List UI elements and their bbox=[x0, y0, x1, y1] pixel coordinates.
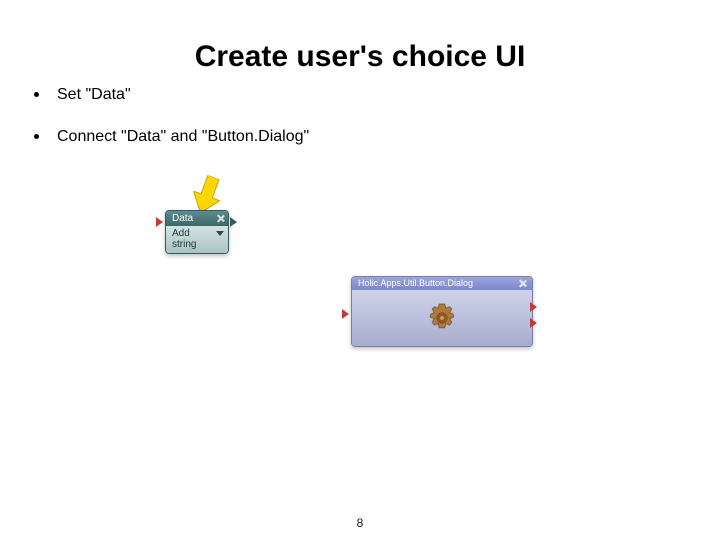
node-diagram: Data Add string Holic.Apps.Util.Button.D… bbox=[155, 190, 575, 410]
bullet-list: Set "Data" Connect "Data" and "Button.Di… bbox=[34, 86, 686, 170]
data-node-titlebar: Data bbox=[166, 211, 228, 226]
port-out-icon[interactable] bbox=[530, 318, 537, 328]
page-number: 8 bbox=[0, 516, 720, 530]
dialog-node-body bbox=[352, 290, 532, 346]
close-icon[interactable] bbox=[519, 280, 526, 287]
page-title: Create user's choice UI bbox=[0, 40, 720, 74]
port-in-icon[interactable] bbox=[342, 309, 349, 319]
port-out-icon[interactable] bbox=[530, 302, 537, 312]
dialog-node-title: Holic.Apps.Util.Button.Dialog bbox=[358, 278, 473, 288]
bullet-text: Connect "Data" and "Button.Dialog" bbox=[57, 128, 309, 146]
list-item: Connect "Data" and "Button.Dialog" bbox=[34, 128, 686, 146]
bullet-icon bbox=[34, 92, 39, 97]
button-dialog-node[interactable]: Holic.Apps.Util.Button.Dialog bbox=[351, 276, 533, 347]
data-add-label[interactable]: Add bbox=[172, 228, 190, 239]
dialog-node-titlebar: Holic.Apps.Util.Button.Dialog bbox=[352, 277, 532, 290]
data-node[interactable]: Data Add string bbox=[165, 210, 229, 254]
data-node-body: Add string bbox=[166, 226, 228, 253]
close-icon[interactable] bbox=[217, 215, 224, 222]
list-item: Set "Data" bbox=[34, 86, 686, 104]
data-node-title: Data bbox=[172, 213, 193, 224]
gear-icon bbox=[425, 301, 459, 335]
bullet-icon bbox=[34, 134, 39, 139]
bullet-text: Set "Data" bbox=[57, 86, 131, 104]
port-out-icon[interactable] bbox=[230, 217, 237, 227]
chevron-down-icon[interactable] bbox=[216, 231, 224, 236]
port-in-icon[interactable] bbox=[156, 217, 163, 227]
data-type-label: string bbox=[172, 239, 196, 250]
